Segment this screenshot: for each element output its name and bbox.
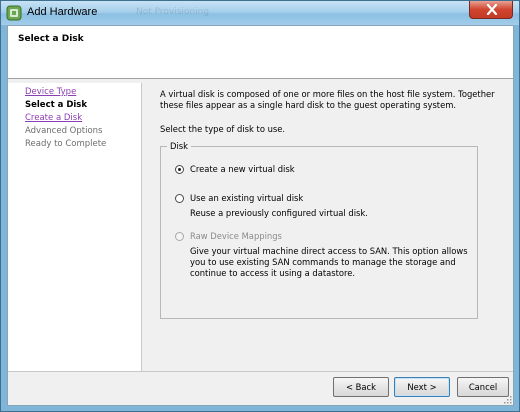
title-bar[interactable]: Add Hardware Not Provisioning — [1, 1, 519, 25]
vsphere-app-icon — [6, 5, 22, 21]
option-create-new-disk[interactable]: Create a new virtual disk — [175, 164, 295, 174]
close-button[interactable] — [469, 1, 513, 19]
dialog-client-area: Select a Disk Device Type Select a Disk … — [7, 25, 514, 406]
option-description: Reuse a previously configured virtual di… — [190, 208, 368, 218]
step-device-type[interactable]: Device Type — [25, 87, 76, 97]
cancel-button[interactable]: Cancel — [457, 377, 509, 397]
page-title: Select a Disk — [18, 34, 84, 44]
next-button[interactable]: Next > — [394, 377, 450, 397]
background-ghost-text: Not Provisioning — [136, 7, 210, 17]
disk-groupbox: Disk Create a new virtual disk Use an ex… — [160, 141, 478, 319]
resize-grip-icon[interactable] — [504, 396, 512, 404]
step-advanced-options: Advanced Options — [25, 126, 103, 136]
wizard-steps-sidebar: Device Type Select a Disk Create a Disk … — [8, 83, 142, 371]
step-create-a-disk[interactable]: Create a Disk — [25, 113, 82, 123]
radio-use-existing-disk[interactable] — [175, 193, 184, 203]
option-raw-device-mappings: Raw Device Mappings — [175, 231, 282, 241]
step-select-a-disk: Select a Disk — [25, 100, 88, 110]
option-use-existing-disk[interactable]: Use an existing virtual disk — [175, 193, 303, 203]
close-icon — [486, 4, 498, 15]
radio-raw-device-mappings — [175, 231, 184, 241]
back-button[interactable]: < Back — [333, 377, 389, 397]
step-ready-to-complete: Ready to Complete — [25, 139, 107, 149]
option-label: Use an existing virtual disk — [190, 193, 304, 203]
select-prompt: Select the type of disk to use. — [160, 124, 286, 134]
radio-create-new-disk[interactable] — [175, 164, 184, 174]
option-label: Create a new virtual disk — [190, 164, 295, 174]
description-text: A virtual disk is composed of one or mor… — [160, 89, 495, 110]
wizard-header: Select a Disk — [8, 26, 513, 79]
add-hardware-window: Add Hardware Not Provisioning Select a D… — [0, 0, 520, 412]
option-label: Raw Device Mappings — [190, 231, 282, 241]
option-description: Give your virtual machine direct access … — [190, 246, 468, 278]
window-title: Add Hardware — [27, 6, 98, 18]
footer-divider — [8, 371, 513, 372]
groupbox-label: Disk — [167, 141, 191, 151]
